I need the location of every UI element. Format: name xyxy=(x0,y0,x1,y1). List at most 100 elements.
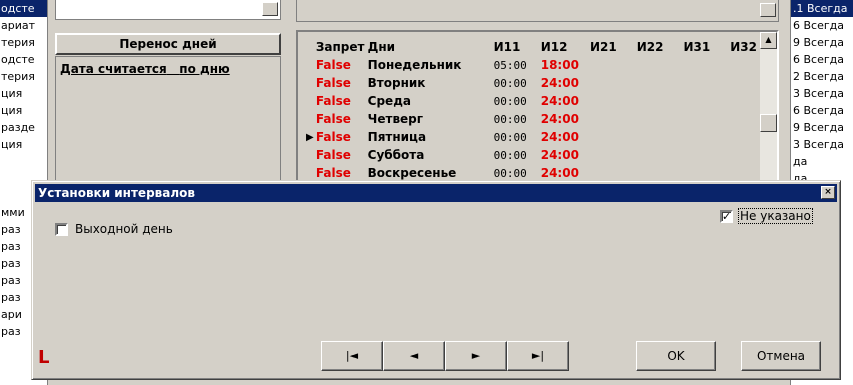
ok-button[interactable]: OK xyxy=(636,341,716,371)
date-value-text[interactable]: по дню xyxy=(179,62,229,76)
first-record-button[interactable]: |◄ xyxy=(321,341,383,371)
i31-cell[interactable] xyxy=(683,110,730,128)
dayoff-label[interactable]: Выходной день xyxy=(75,222,173,236)
i11-cell[interactable]: 00:00 xyxy=(494,110,541,128)
zapret-cell[interactable]: False xyxy=(316,74,368,92)
list-item[interactable]: .1 Всегда xyxy=(791,0,853,17)
i11-cell[interactable]: 00:00 xyxy=(494,74,541,92)
not-specified-label[interactable]: Не указано xyxy=(738,208,813,224)
i12-cell[interactable]: 24:00 xyxy=(541,92,590,110)
table-row[interactable]: False Среда 00:00 24:00 xyxy=(306,92,777,110)
i21-cell[interactable] xyxy=(590,92,637,110)
table-row[interactable]: False Вторник 00:00 24:00 xyxy=(306,74,777,92)
list-item[interactable]: да xyxy=(791,153,853,170)
i21-cell[interactable] xyxy=(590,110,637,128)
days-table: Запрет Дни И11 И12 И21 И22 И31 И32 False… xyxy=(306,38,777,182)
list-item[interactable]: терия xyxy=(0,68,47,85)
list-item[interactable]: 6 Всегда xyxy=(791,102,853,119)
i22-cell[interactable] xyxy=(637,92,684,110)
list-item[interactable]: 6 Всегда xyxy=(791,17,853,34)
header-i12[interactable]: И12 xyxy=(541,38,590,56)
i12-cell[interactable]: 24:00 xyxy=(541,74,590,92)
i21-cell[interactable] xyxy=(590,146,637,164)
i22-cell[interactable] xyxy=(637,128,684,146)
list-item[interactable]: ция xyxy=(0,136,47,153)
list-item[interactable]: ция xyxy=(0,85,47,102)
i31-cell[interactable] xyxy=(683,56,730,74)
day-cell[interactable]: Среда xyxy=(368,92,494,110)
i12-cell[interactable]: 24:00 xyxy=(541,110,590,128)
i11-cell[interactable]: 05:00 xyxy=(494,56,541,74)
i22-cell[interactable] xyxy=(637,56,684,74)
zapret-cell[interactable]: False xyxy=(316,56,368,74)
zapret-cell[interactable]: False xyxy=(316,146,368,164)
last-record-button[interactable]: ►| xyxy=(507,341,569,371)
current-row-indicator-icon: ▶ xyxy=(306,131,314,143)
header-days[interactable]: Дни xyxy=(368,38,494,56)
i12-cell[interactable]: 18:00 xyxy=(541,56,590,74)
day-cell[interactable]: Суббота xyxy=(368,146,494,164)
row-indicator xyxy=(306,110,316,128)
day-cell[interactable]: Четверг xyxy=(368,110,494,128)
prev-record-button[interactable]: ◄ xyxy=(383,341,445,371)
dayoff-checkbox[interactable] xyxy=(55,223,68,236)
list-item[interactable]: 3 Всегда xyxy=(791,136,853,153)
list-item[interactable]: 2 Всегда xyxy=(791,68,853,85)
header-i22[interactable]: И22 xyxy=(637,38,684,56)
i22-cell[interactable] xyxy=(637,110,684,128)
i22-cell[interactable] xyxy=(637,146,684,164)
next-record-button[interactable]: ► xyxy=(445,341,507,371)
list-item[interactable]: 9 Всегда xyxy=(791,119,853,136)
scroll-thumb[interactable] xyxy=(262,2,278,16)
days-grid[interactable]: Запрет Дни И11 И12 И21 И22 И31 И32 False… xyxy=(296,30,779,185)
table-row[interactable]: False Понедельник 05:00 18:00 xyxy=(306,56,777,74)
header-i11[interactable]: И11 xyxy=(494,38,541,56)
zapret-cell[interactable]: False xyxy=(316,110,368,128)
i11-cell[interactable]: 00:00 xyxy=(494,146,541,164)
header-i31[interactable]: И31 xyxy=(683,38,730,56)
i31-cell[interactable] xyxy=(683,74,730,92)
zapret-cell[interactable]: False xyxy=(316,128,368,146)
day-cell[interactable]: Пятница xyxy=(368,128,494,146)
list-item[interactable] xyxy=(0,153,47,170)
day-cell[interactable]: Понедельник xyxy=(368,56,494,74)
i31-cell[interactable] xyxy=(683,146,730,164)
list-item[interactable]: ция xyxy=(0,102,47,119)
list-item[interactable]: терия xyxy=(0,34,47,51)
list-item[interactable]: ариат xyxy=(0,17,47,34)
i21-cell[interactable] xyxy=(590,56,637,74)
header-i21[interactable]: И21 xyxy=(590,38,637,56)
table-row[interactable]: False Суббота 00:00 24:00 xyxy=(306,146,777,164)
grid-vertical-scrollbar[interactable]: ▲ xyxy=(759,32,777,183)
i21-cell[interactable] xyxy=(590,74,637,92)
day-cell[interactable]: Вторник xyxy=(368,74,494,92)
i22-cell[interactable] xyxy=(637,74,684,92)
i31-cell[interactable] xyxy=(683,92,730,110)
zapret-cell[interactable]: False xyxy=(316,92,368,110)
cancel-button[interactable]: Отмена xyxy=(741,341,821,371)
list-item[interactable]: разде xyxy=(0,119,47,136)
not-specified-checkbox[interactable]: ✓ xyxy=(720,210,733,223)
scroll-thumb[interactable] xyxy=(760,3,776,17)
list-item[interactable]: 3 Всегда xyxy=(791,85,853,102)
perenos-days-button[interactable]: Перенос дней xyxy=(55,33,281,55)
list-item[interactable]: одсте xyxy=(0,51,47,68)
list-item[interactable]: одсте xyxy=(0,0,47,17)
i12-cell[interactable]: 24:00 xyxy=(541,128,590,146)
i21-cell[interactable] xyxy=(590,128,637,146)
header-zapret[interactable]: Запрет xyxy=(316,38,368,56)
scroll-thumb[interactable] xyxy=(760,114,777,132)
first-icon: |◄ xyxy=(345,349,359,362)
background-top-scrollbar[interactable] xyxy=(55,0,281,20)
dialog-titlebar[interactable]: Установки интервалов × xyxy=(35,184,837,202)
close-icon[interactable]: × xyxy=(821,186,835,199)
i12-cell[interactable]: 24:00 xyxy=(541,146,590,164)
list-item[interactable]: 6 Всегда xyxy=(791,51,853,68)
table-row[interactable]: ▶ False Пятница 00:00 24:00 xyxy=(306,128,777,146)
i11-cell[interactable]: 00:00 xyxy=(494,92,541,110)
scroll-up-button[interactable]: ▲ xyxy=(760,32,777,49)
list-item[interactable]: 9 Всегда xyxy=(791,34,853,51)
i31-cell[interactable] xyxy=(683,128,730,146)
i11-cell[interactable]: 00:00 xyxy=(494,128,541,146)
table-row[interactable]: False Четверг 00:00 24:00 xyxy=(306,110,777,128)
